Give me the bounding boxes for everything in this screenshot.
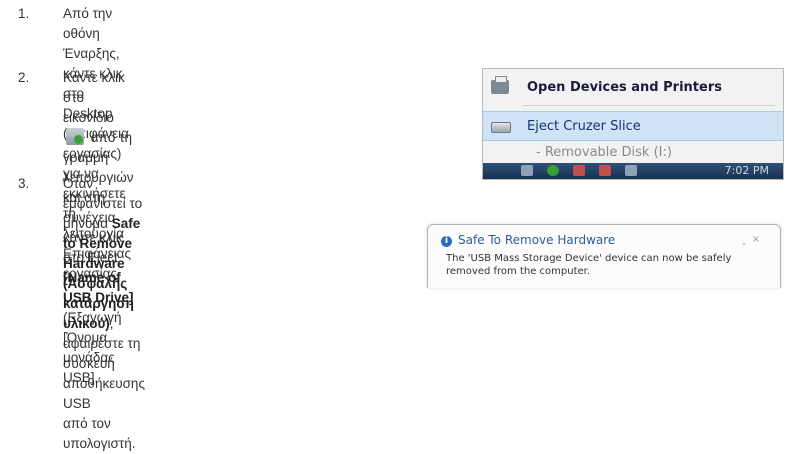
notification-title: Safe To Remove Hardware (458, 233, 616, 247)
printer-icon (491, 76, 509, 94)
close-icon[interactable]: ‸× (742, 234, 766, 245)
menu-item-label: Open Devices and Printers (527, 79, 722, 95)
menu-divider (523, 105, 775, 106)
menu-item-removable-disk: - Removable Disk (I:) (483, 138, 783, 166)
usb-eject-icon[interactable] (547, 165, 559, 176)
taskbar-clock[interactable]: 7:02 PM (725, 164, 769, 177)
step-number: 3. (18, 176, 30, 191)
volume-icon[interactable] (625, 165, 637, 176)
step-number: 1. (18, 6, 30, 21)
step-3-line-2: Hardware (Ασφαλής κατάργηση υλικού), (63, 254, 145, 334)
step-2-text-before-icon: Κάντε κλικ στο εικονίδιο (63, 70, 125, 125)
taskbar: 7:02 PM (483, 163, 783, 179)
info-icon: i (441, 236, 452, 247)
step-number: 2. (18, 70, 30, 85)
menu-item-label: - Removable Disk (I:) (536, 144, 672, 160)
flag-icon[interactable] (521, 165, 533, 176)
network-icon[interactable] (573, 165, 585, 176)
notification-message: The 'USB Mass Storage Device' device can… (446, 253, 732, 277)
usb-drive-icon (491, 122, 511, 133)
step-3-comma: , (109, 316, 114, 331)
menu-item-open-devices[interactable]: Open Devices and Printers (483, 73, 783, 101)
step-3-line-4: από τον υπολογιστή. (63, 416, 136, 451)
menu-item-eject[interactable]: Eject Cruzer Slice (483, 111, 783, 141)
tray-context-menu: Open Devices and Printers Eject Cruzer S… (482, 68, 784, 180)
step-3-line-1: Όταν εμφανιστεί το μήνυμα Safe to Remove (63, 174, 145, 254)
safe-removal-label: Hardware (Ασφαλής κατάργηση υλικού) (63, 256, 134, 331)
safe-to-remove-notification: i Safe To Remove Hardware ‸× The 'USB Ma… (427, 224, 781, 288)
menu-item-label: Eject Cruzer Slice (527, 118, 641, 134)
usb-eject-icon (66, 128, 84, 145)
step-2-line-1: Κάντε κλικ στο εικονίδιο από τη γραμμή (63, 68, 134, 168)
step-3-line-3: αφαιρέστε τη συσκευή αποθήκευσης USB (63, 336, 145, 411)
network-error-icon[interactable] (599, 165, 611, 176)
